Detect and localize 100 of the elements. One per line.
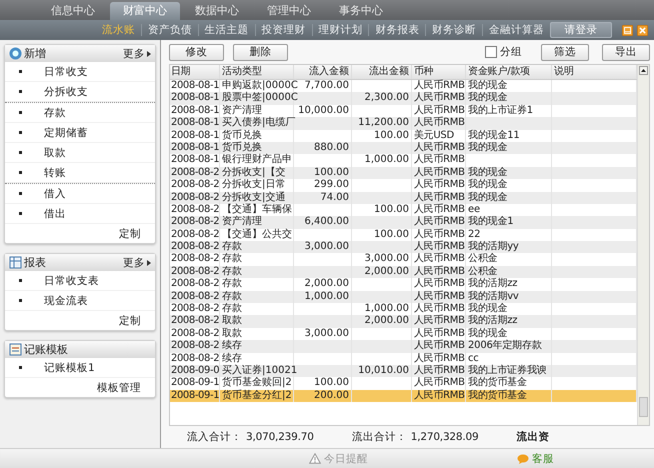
- table-row[interactable]: 2008-08-2 【交通】公共交 100.00 人民币RMB 22: [170, 228, 637, 242]
- nav-tab[interactable]: 理财计划: [312, 23, 368, 37]
- toolbar-button[interactable]: 删除: [233, 44, 288, 60]
- table-row[interactable]: 2008-08-2 存款 3,000.00 人民币RMB 公积金: [170, 253, 637, 266]
- column-header[interactable]: 日期: [170, 65, 220, 79]
- table-row[interactable]: 2008-08-2 存款 3,000.00 人民币RMB 我的活期yy: [170, 241, 637, 254]
- service-link[interactable]: 客服: [532, 452, 554, 466]
- table-row[interactable]: 2008-08-2 存款 1,000.00 人民币RMB 我的现金: [170, 303, 637, 316]
- table-row[interactable]: 2008-08-1 资产清理 10,000.00 人民币RMB 我的上市证券1: [170, 104, 637, 118]
- column-header[interactable]: 活动类型: [220, 65, 294, 79]
- table-cell: 2008-08-1: [171, 104, 220, 116]
- table-cell: 2008-09-1: [171, 390, 220, 401]
- column-header[interactable]: 资金账户/款项: [466, 65, 552, 79]
- sidebar-link[interactable]: 记账模板1: [44, 360, 95, 374]
- table-row[interactable]: 2008-08-2 续存 人民币RMB 2006年定期存款: [170, 340, 637, 353]
- nav-tab[interactable]: 生活主题: [198, 23, 255, 37]
- sidebar-link[interactable]: 转账: [44, 166, 66, 180]
- table-row[interactable]: 2008-08-2 分拆收支|【交 100.00 人民币RMB 我的现金: [170, 166, 637, 180]
- nav-tab[interactable]: 金融计算器: [483, 23, 550, 37]
- table-cell: 我的活期zz: [468, 278, 518, 290]
- nav-tab[interactable]: 财务诊断: [426, 23, 482, 37]
- table-row[interactable]: 2008-08-1 买入债券|电缆厂 11,200.00 人民币RMB: [170, 117, 637, 130]
- table-cell: 我的现金11: [468, 130, 520, 141]
- sidebar-link[interactable]: 存款: [44, 106, 66, 120]
- top-tab[interactable]: 管理中心: [254, 2, 324, 20]
- table-cell: 100.00: [374, 204, 409, 215]
- minimize-icon[interactable]: [622, 24, 633, 36]
- more-link[interactable]: 更多: [123, 46, 145, 60]
- table-row[interactable]: 2008-08-1 货币兑换 100.00 美元USD 我的现金11: [170, 130, 637, 142]
- total-value: 3,070,239.70: [246, 431, 314, 443]
- toolbar-button[interactable]: 导出: [602, 44, 650, 60]
- table-row[interactable]: 2008-08-1 申购返款|0000C 7,700.00 人民币RMB 我的现金: [170, 80, 637, 92]
- table-cell: 资产清理: [222, 216, 262, 228]
- table-row[interactable]: 2008-08-2 存款 2,000.00 人民币RMB 我的活期zz: [170, 278, 637, 291]
- nav-tab[interactable]: 财务报表: [369, 23, 426, 37]
- toolbar-button[interactable]: 筛选: [541, 44, 589, 60]
- sidebar-link[interactable]: 取款: [44, 146, 66, 160]
- table-row[interactable]: 2008-08-2 存款 2,000.00 人民币RMB 公积金: [170, 266, 637, 278]
- table-cell: 分拆收支|交通: [222, 192, 286, 203]
- column-header[interactable]: 币种: [412, 65, 466, 79]
- sidebar-link[interactable]: 借出: [44, 206, 66, 220]
- sidebar-link[interactable]: 日常收支: [44, 64, 88, 78]
- table-cell: 2008-08-2: [171, 253, 220, 264]
- total-label: 流入合计：: [187, 430, 242, 444]
- nav-tab[interactable]: 资产负债: [142, 23, 198, 37]
- table-cell: 2,300.00: [364, 92, 409, 104]
- template-icon: [9, 343, 22, 356]
- table-row[interactable]: 2008-08-1 货币兑换 880.00 人民币RMB 我的现金: [170, 142, 637, 154]
- toolbar-button[interactable]: 修改: [169, 44, 224, 60]
- table-cell: 我的现金: [468, 92, 508, 104]
- scroll-thumb[interactable]: [639, 397, 648, 417]
- sidebar-link[interactable]: 现金流表: [44, 294, 88, 308]
- table-row[interactable]: 2008-08-2 续存 人民币RMB cc: [170, 352, 637, 365]
- sidebar-link[interactable]: 分拆收支: [44, 84, 88, 98]
- table-cell: 10,000.00: [298, 104, 349, 116]
- scrollbar[interactable]: [637, 65, 649, 425]
- table-cell: 我的现金: [468, 80, 508, 91]
- table-row[interactable]: 2008-08-2 分拆收支|交通 74.00 人民币RMB 我的现金: [170, 192, 637, 204]
- group-checkbox[interactable]: [485, 46, 497, 58]
- table-row[interactable]: 2008-08-1 股票中签|0000C 2,300.00 人民币RMB 我的现金: [170, 92, 637, 105]
- customize-link[interactable]: 定制: [119, 226, 141, 240]
- table-cell: 我的活期zz: [468, 315, 518, 326]
- column-header[interactable]: 流入金额: [294, 65, 352, 79]
- customize-link[interactable]: 定制: [119, 314, 141, 328]
- sidebar-link[interactable]: 日常收支表: [44, 274, 99, 288]
- customize-link[interactable]: 模板管理: [97, 380, 141, 394]
- table-row[interactable]: 2008-08-1 银行理财产品申 1,000.00 人民币RMB: [170, 154, 637, 167]
- table-cell: 人民币RMB: [414, 154, 465, 166]
- table-cell: 买入债券|电缆厂: [222, 117, 296, 128]
- table-cell: 2008-09-1: [171, 377, 220, 388]
- close-icon[interactable]: [636, 24, 648, 36]
- table-cell: 100.00: [374, 130, 409, 141]
- table-cell: 人民币RMB: [414, 253, 465, 264]
- table-cell: 100.00: [314, 377, 349, 388]
- table-cell: 人民币RMB: [414, 228, 465, 240]
- top-tab[interactable]: 数据中心: [182, 2, 252, 20]
- nav-tab[interactable]: 投资理财: [256, 23, 312, 37]
- table-row[interactable]: 2008-08-2 资产清理 6,400.00 人民币RMB 我的现金1: [170, 216, 637, 229]
- top-tab[interactable]: 信息中心: [38, 2, 108, 20]
- more-link[interactable]: 更多: [123, 256, 145, 270]
- table-row[interactable]: 2008-08-2 取款 3,000.00 人民币RMB 我的现金: [170, 328, 637, 340]
- column-header[interactable]: 流出金额: [352, 65, 412, 79]
- table-cell: 人民币RMB: [414, 179, 465, 190]
- table-row[interactable]: 2008-08-2 【交通】车辆保 100.00 人民币RMB ee: [170, 204, 637, 216]
- top-tab[interactable]: 事务中心: [326, 2, 396, 20]
- sidebar-link[interactable]: 借入: [44, 186, 66, 200]
- chat-icon: [517, 454, 529, 464]
- table-cell: 2008-08-2: [171, 315, 220, 326]
- selected-row[interactable]: 2008-09-1 货币基金分红|2 200.00 人民币RMB 我的货币基金: [170, 390, 637, 402]
- table-cell: 人民币RMB: [414, 340, 465, 352]
- sidebar-link[interactable]: 定期储蓄: [44, 126, 88, 140]
- table-cell: 2008-08-1: [171, 117, 220, 128]
- table-cell: 我的活期vv: [468, 290, 519, 302]
- table-row[interactable]: 2008-08-2 取款 2,000.00 人民币RMB 我的活期zz: [170, 315, 637, 328]
- table-row[interactable]: 2008-08-2 分拆收支|日常 299.00 人民币RMB 我的现金: [170, 179, 637, 192]
- table-cell: 2008-08-2: [171, 192, 220, 203]
- table-row[interactable]: 2008-09-0 买入证券|10021 10,010.00 人民币RMB 我的上市证券我谀: [170, 364, 637, 378]
- table-cell: 申购返款|0000C: [222, 80, 298, 91]
- table-row[interactable]: 2008-09-1 货币基金赎回|2 100.00 人民币RMB 我的货币基金: [170, 377, 637, 390]
- table-row[interactable]: 2008-08-2 存款 1,000.00 人民币RMB 我的活期vv: [170, 290, 637, 304]
